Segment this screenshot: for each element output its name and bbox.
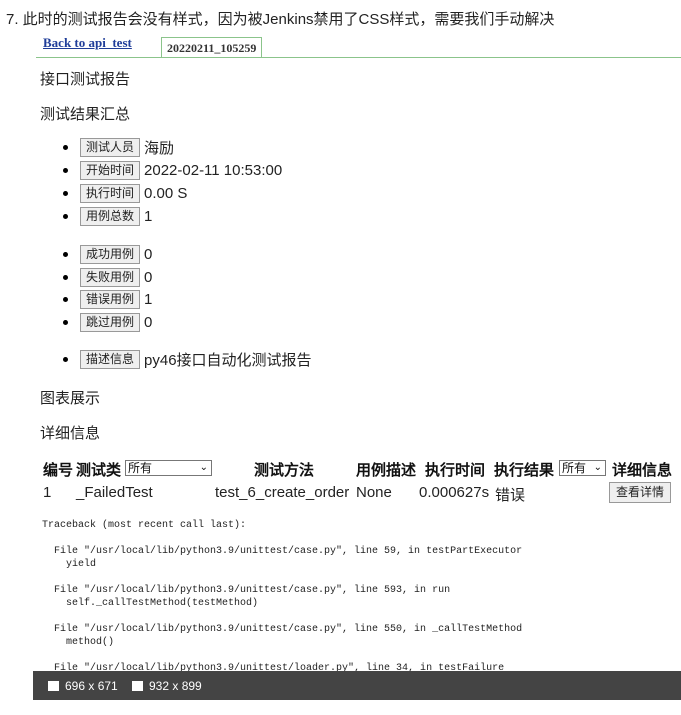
list-item: 跳过用例 0 <box>63 312 152 332</box>
image-size: 932 x 899 <box>132 679 202 693</box>
report-frame: 接口测试报告 测试结果汇总 测试人员 海励 开始时间 2022-02-11 10… <box>33 58 681 700</box>
list-item: 失败用例 0 <box>63 267 152 287</box>
col-header-method: 测试方法 <box>254 462 315 479</box>
cell-class: _FailedTest <box>76 484 153 501</box>
description-value: py46接口自动化测试报告 <box>144 351 312 369</box>
list-item: 用例总数 1 <box>63 206 152 226</box>
cell-result: 错误 <box>495 487 526 504</box>
status-bar: 696 x 671 932 x 899 <box>33 671 681 700</box>
chevron-down-icon: ⌄ <box>199 462 208 473</box>
cell-method: test_6_create_order <box>215 484 350 501</box>
traceback-line: Traceback (most recent call last): <box>42 520 247 531</box>
result-filter-select[interactable]: 所有 ⌄ <box>559 460 606 476</box>
traceback-line: self._callTestMethod(testMethod) <box>42 598 259 609</box>
list-item: 成功用例 0 <box>63 244 152 264</box>
list-item: 执行时间 0.00 S <box>63 183 187 203</box>
viewport-size-text: 696 x 671 <box>65 679 118 693</box>
chevron-down-icon: ⌄ <box>593 462 602 473</box>
intro-text: 7. 此时的测试报告会没有样式，因为被Jenkins禁用了CSS样式，需要我们手… <box>6 11 555 28</box>
bullet-icon <box>63 190 68 196</box>
col-header-description: 用例描述 <box>356 462 417 479</box>
skipped-value: 0 <box>144 313 153 331</box>
start-time-value: 2022-02-11 10:53:00 <box>144 161 283 179</box>
bullet-icon <box>63 274 68 280</box>
bullet-icon <box>63 213 68 219</box>
traceback-line: yield <box>42 559 97 570</box>
traceback-line: File "/usr/local/lib/python3.9/unittest/… <box>42 546 523 557</box>
duration-value: 0.00 S <box>144 184 188 202</box>
bullet-icon <box>63 319 68 325</box>
charts-heading: 图表展示 <box>40 390 101 407</box>
result-filter-value: 所有 <box>562 461 587 475</box>
col-header-detail: 详细信息 <box>612 462 673 479</box>
duration-label-button[interactable]: 执行时间 <box>80 183 141 203</box>
bullet-icon <box>63 356 68 362</box>
cell-time: 0.000627s <box>419 484 490 501</box>
total-cases-value: 1 <box>144 207 153 225</box>
report-title: 接口测试报告 <box>40 71 131 88</box>
col-header-no: 编号 <box>43 462 74 479</box>
summary-heading: 测试结果汇总 <box>40 106 131 123</box>
passed-label-button[interactable]: 成功用例 <box>80 244 141 264</box>
class-filter-select[interactable]: 所有 ⌄ <box>125 460 212 476</box>
total-cases-label-button[interactable]: 用例总数 <box>80 206 141 226</box>
bullet-icon <box>63 251 68 257</box>
traceback-line: method() <box>42 637 115 648</box>
image-icon <box>132 681 143 691</box>
bullet-icon <box>63 167 68 173</box>
error-label-button[interactable]: 错误用例 <box>80 289 141 309</box>
traceback-line: File "/usr/local/lib/python3.9/unittest/… <box>42 585 451 596</box>
traceback-line: File "/usr/local/lib/python3.9/unittest/… <box>42 624 523 635</box>
start-time-label-button[interactable]: 开始时间 <box>80 160 141 180</box>
tab-report-build[interactable]: 20220211_105259 <box>161 37 263 57</box>
image-size-text: 932 x 899 <box>149 679 202 693</box>
col-header-time: 执行时间 <box>425 462 486 479</box>
skipped-label-button[interactable]: 跳过用例 <box>80 312 141 332</box>
tester-value: 海励 <box>144 139 175 157</box>
error-value: 1 <box>144 290 153 308</box>
failed-label-button[interactable]: 失败用例 <box>80 267 141 287</box>
cell-description: None <box>356 484 392 501</box>
bullet-icon <box>63 296 68 302</box>
cell-no: 1 <box>43 484 52 501</box>
window-icon <box>48 681 59 691</box>
col-header-result: 执行结果 <box>494 462 555 479</box>
back-to-project-link[interactable]: Back to api_test <box>43 35 132 51</box>
view-details-button[interactable]: 查看详情 <box>609 482 672 503</box>
tester-label-button[interactable]: 测试人员 <box>80 137 141 157</box>
passed-value: 0 <box>144 245 153 263</box>
col-header-class: 测试类 <box>76 462 122 479</box>
list-item: 描述信息 py46接口自动化测试报告 <box>63 349 312 369</box>
list-item: 开始时间 2022-02-11 10:53:00 <box>63 160 282 180</box>
details-heading: 详细信息 <box>40 425 101 442</box>
failed-value: 0 <box>144 268 153 286</box>
description-label-button[interactable]: 描述信息 <box>80 349 141 369</box>
bullet-icon <box>63 144 68 150</box>
class-filter-value: 所有 <box>128 461 153 475</box>
viewport-size: 696 x 671 <box>48 679 118 693</box>
list-item: 测试人员 海励 <box>63 137 174 157</box>
list-item: 错误用例 1 <box>63 289 152 309</box>
